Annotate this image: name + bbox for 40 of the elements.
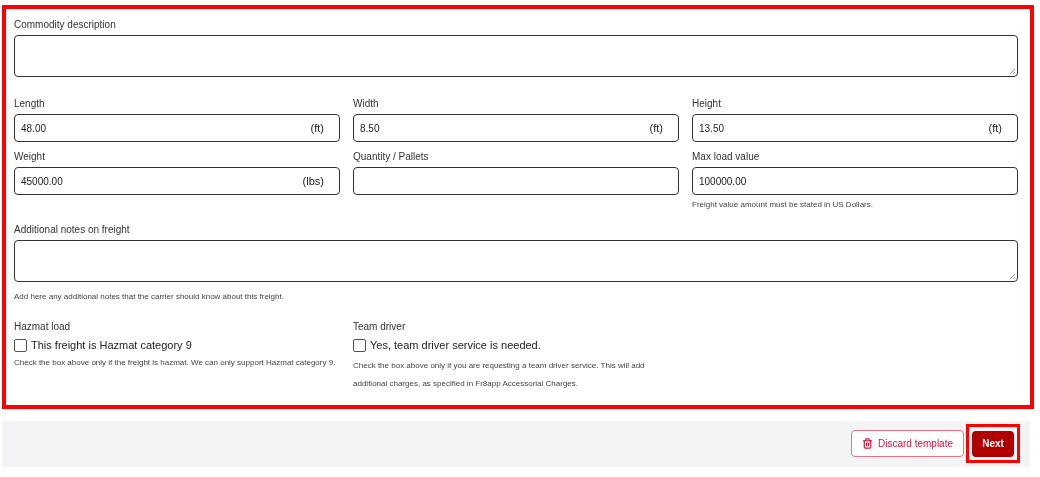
- field-value: 48.00: [21, 121, 47, 136]
- field-value: 13.50: [699, 121, 725, 136]
- checkbox-label: Yes, team driver service is needed.: [370, 338, 541, 353]
- unit-label: (ft): [988, 120, 1002, 136]
- field-label: Height: [692, 97, 722, 111]
- checkbox[interactable]: [14, 338, 27, 352]
- input-field[interactable]: 13.50 (ft): [692, 114, 1018, 142]
- field-hint: Add here any additional notes that the carrier should know about this freight.: [14, 291, 285, 303]
- field-label: Team driver: [353, 320, 407, 334]
- checkbox[interactable]: [353, 338, 366, 352]
- field-label: Width: [353, 97, 380, 111]
- field-value: 45000.00: [21, 174, 63, 189]
- unit-label: (lbs): [302, 173, 324, 189]
- field-hint: Check the box above only if the freight is hazmat. We can only support Hazmat category 9.: [14, 356, 337, 368]
- trash-icon: [861, 438, 873, 449]
- field-value: 100000.00: [699, 174, 747, 189]
- input-field[interactable]: 45000.00 (lbs): [14, 167, 340, 195]
- field-label: Commodity description: [14, 18, 117, 32]
- input-field[interactable]: 48.00 (ft): [14, 114, 340, 142]
- description-field[interactable]: [14, 35, 1018, 77]
- field-label: Hazmat load: [14, 320, 72, 334]
- unit-label: (ft): [310, 120, 324, 136]
- next-button[interactable]: Next: [972, 430, 1014, 457]
- discard-template-button[interactable]: Discard template: [850, 430, 964, 457]
- field-hint: Freight value amount must be stated in US Dollars.: [692, 199, 874, 211]
- field-hint: Check the box above only if you are requesting a team driver service. This will add additional charges, as specified in Fr8app Accessorial Charges.: [353, 359, 646, 390]
- input-field[interactable]: 100000.00: [692, 167, 1018, 195]
- field-label: Quantity / Pallets: [353, 150, 430, 164]
- resize-handle-icon: [1009, 68, 1016, 75]
- field-value: 8.50: [360, 121, 380, 136]
- input-field[interactable]: [353, 167, 679, 195]
- field-label: Additional notes on freight: [14, 223, 131, 237]
- notes-field[interactable]: [14, 240, 1018, 282]
- unit-label: (ft): [649, 120, 663, 136]
- field-label: Weight: [14, 150, 46, 164]
- field-label: Length: [14, 97, 46, 111]
- resize-handle-icon: [1009, 273, 1016, 280]
- field-label: Max load value: [692, 150, 761, 164]
- input-field[interactable]: 8.50 (ft): [353, 114, 679, 142]
- checkbox-label: This freight is Hazmat category 9: [31, 338, 192, 353]
